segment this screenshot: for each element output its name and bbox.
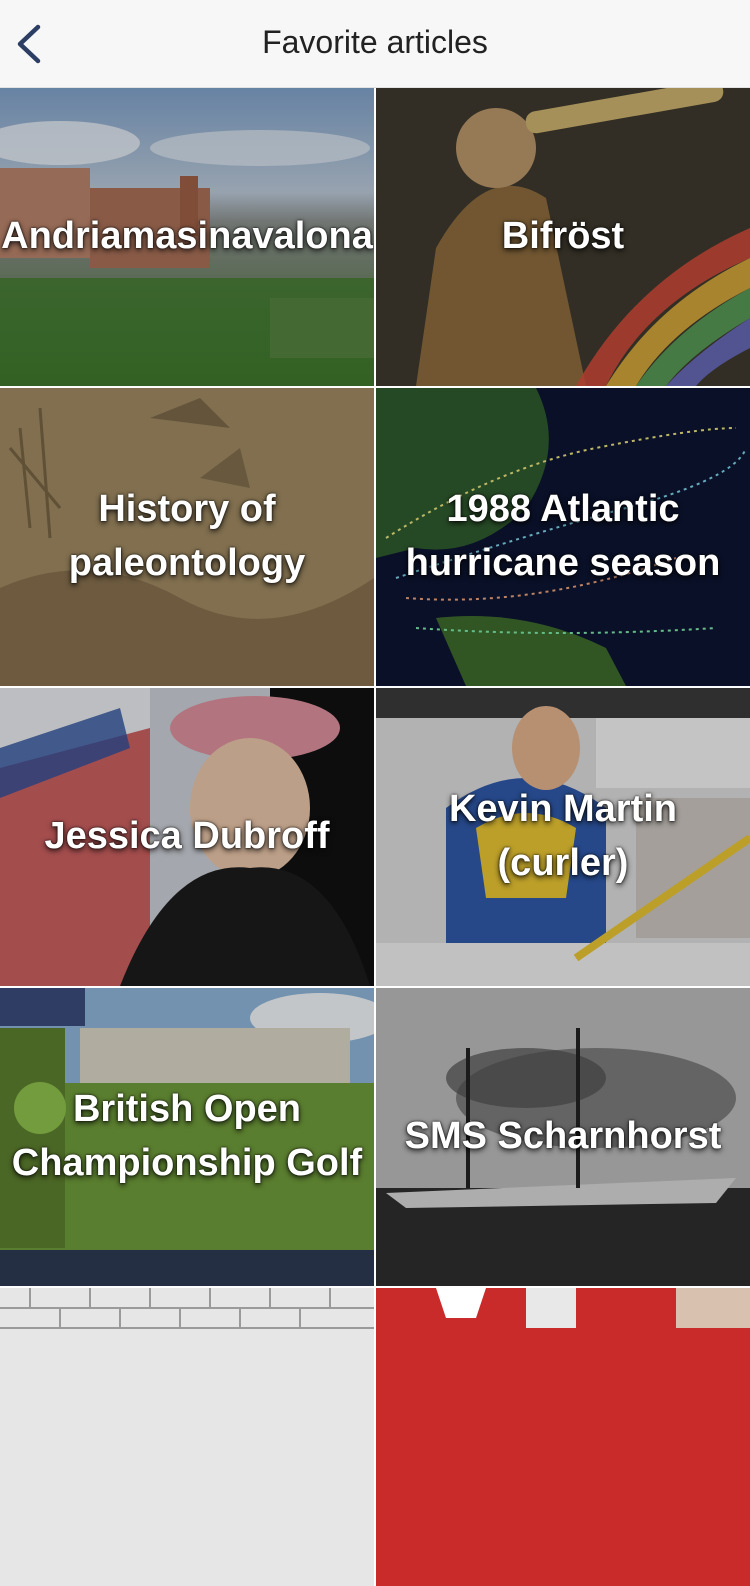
article-title: British Open Championship Golf xyxy=(11,1088,363,1184)
article-tile-1988-atlantic-hurricane-season[interactable]: 1988 Atlantic hurricane season xyxy=(376,388,750,686)
article-tile[interactable] xyxy=(0,1288,374,1586)
article-tile-british-open-championship-golf[interactable]: British Open Championship Golf xyxy=(0,988,374,1286)
article-tile[interactable] xyxy=(376,1288,750,1586)
article-title: History of paleontology xyxy=(68,488,306,584)
article-title: Kevin Martin (curler) xyxy=(448,788,678,884)
page-title: Favorite articles xyxy=(262,24,488,60)
article-title: Jessica Dubroff xyxy=(44,815,330,858)
article-title xyxy=(386,1288,740,1586)
article-title: 1988 Atlantic hurricane season xyxy=(405,488,721,584)
article-title: Bifröst xyxy=(501,215,625,258)
app-header: Favorite articles xyxy=(0,0,750,88)
article-tile-andriamasinavalona[interactable]: Andriamasinavalona xyxy=(0,88,374,386)
article-tile-jessica-dubroff[interactable]: Jessica Dubroff xyxy=(0,688,374,986)
article-tile-history-of-paleontology[interactable]: History of paleontology xyxy=(0,388,374,686)
article-tile-kevin-martin-curler[interactable]: Kevin Martin (curler) xyxy=(376,688,750,986)
article-tile-bifrost[interactable]: Bifröst xyxy=(376,88,750,386)
article-title: Andriamasinavalona xyxy=(1,215,373,258)
article-title xyxy=(10,1288,364,1586)
article-tile-sms-scharnhorst[interactable]: SMS Scharnhorst xyxy=(376,988,750,1286)
article-title: SMS Scharnhorst xyxy=(404,1115,722,1158)
